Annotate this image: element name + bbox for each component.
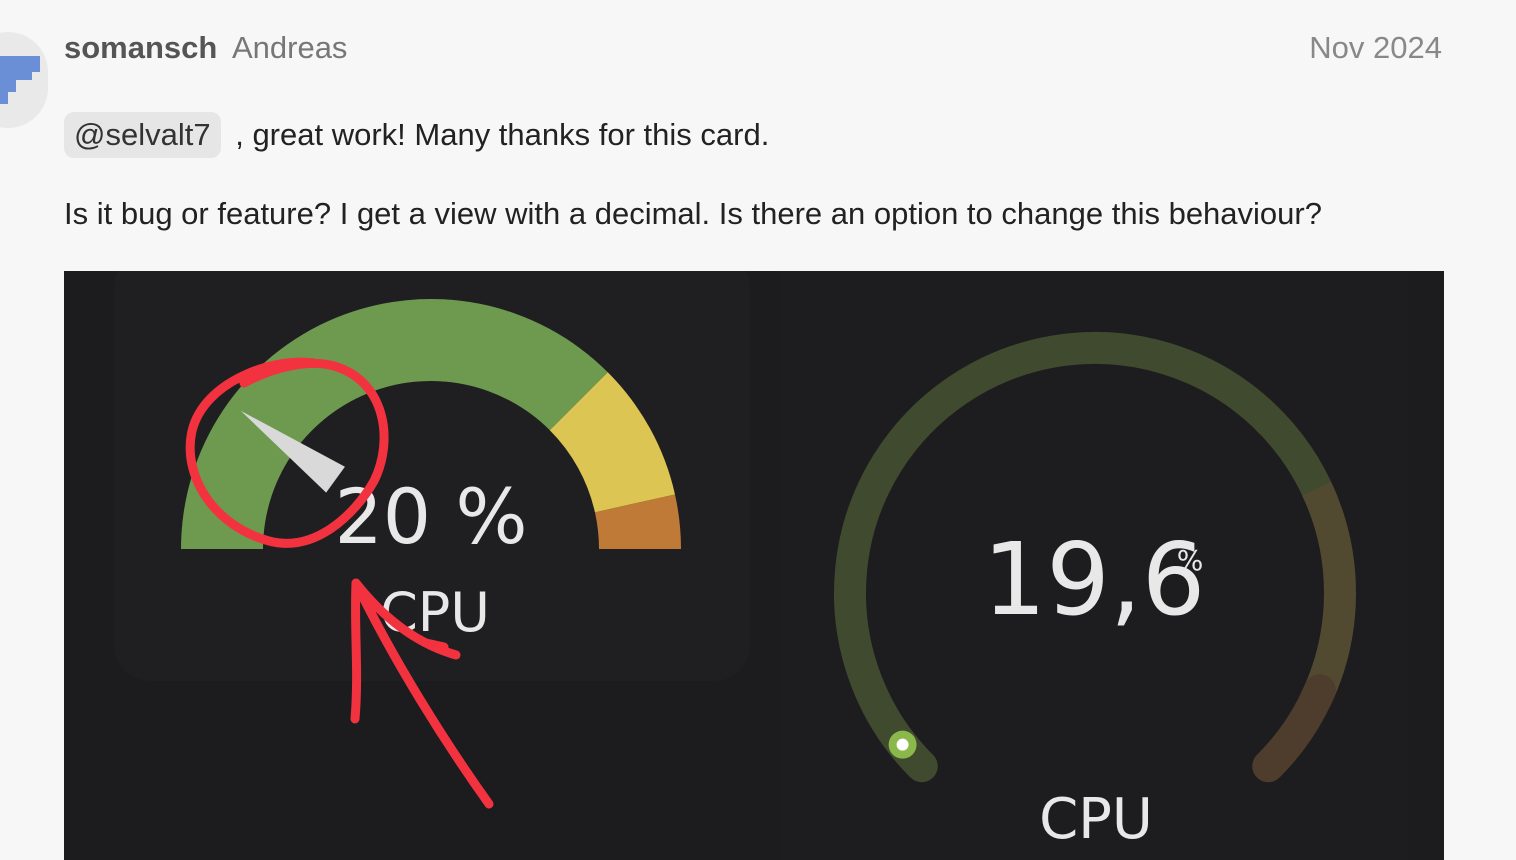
forum-post: somansch Andreas Nov 2024 @selvalt7 , gr… (0, 0, 1516, 860)
left-gauge-label: CPU (380, 581, 490, 644)
user-avatar[interactable] (0, 32, 48, 128)
post-text-1: , great work! Many thanks for this card. (235, 117, 770, 152)
right-gauge-value: 19,6 (983, 521, 1206, 638)
post-paragraph-1: @selvalt7 , great work! Many thanks for … (64, 112, 769, 158)
right-gauge-unit: % (1177, 544, 1204, 577)
post-paragraph-2: Is it bug or feature? I get a view with … (64, 196, 1322, 231)
full-name: Andreas (231, 30, 348, 65)
username-link[interactable]: somansch (64, 30, 217, 65)
right-gauge-indicator-dot (896, 738, 909, 751)
screenshot-image[interactable]: 20 % CPU 19,6 % CPU (64, 271, 1444, 860)
post-date[interactable]: Nov 2024 (1309, 30, 1442, 66)
gauge-screenshot: 20 % CPU 19,6 % CPU (114, 271, 1409, 860)
left-gauge-value: 20 % (334, 472, 527, 561)
post-author: somansch Andreas (64, 30, 347, 66)
right-gauge-label: CPU (1039, 787, 1153, 852)
mention-link[interactable]: @selvalt7 (64, 112, 221, 158)
